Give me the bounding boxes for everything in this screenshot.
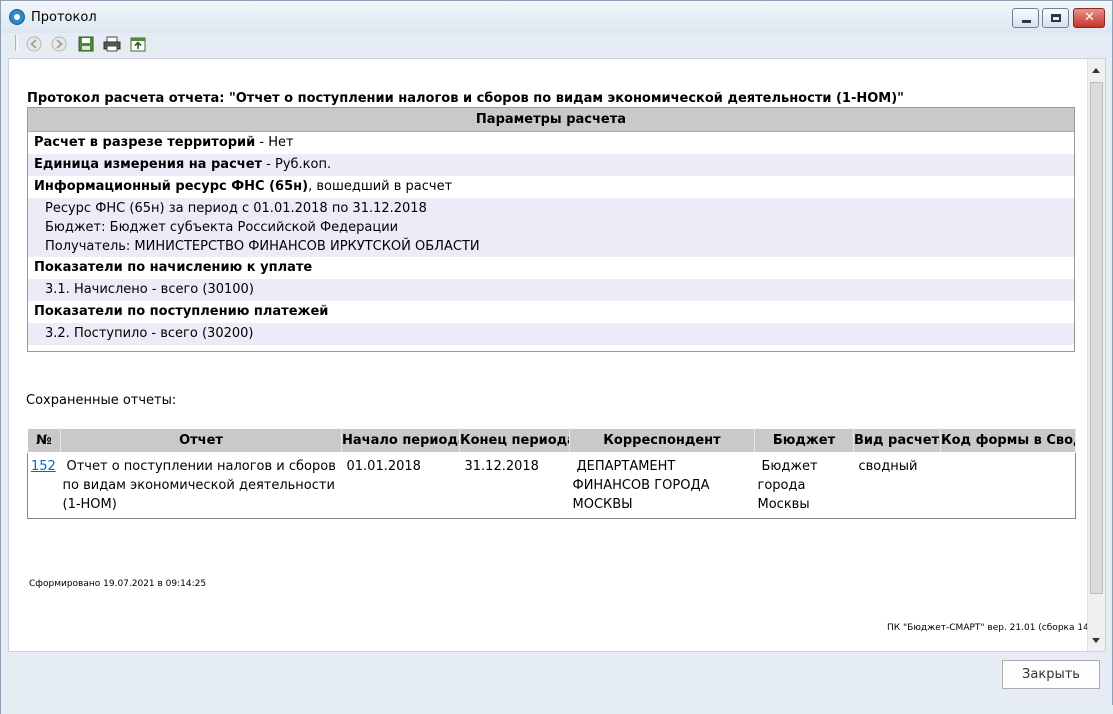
param-accrual: Показатели по начислению к уплате: [28, 257, 1074, 279]
param-territory: Расчет в разрезе территорий - Нет: [28, 132, 1074, 154]
maximize-button[interactable]: [1042, 8, 1069, 28]
param-accrual-label: Показатели по начислению к уплате: [34, 260, 313, 275]
scroll-down-icon[interactable]: [1092, 638, 1100, 643]
param-resource-details: Ресурс ФНС (65н) за период с 01.01.2018 …: [28, 198, 1074, 257]
vertical-scrollbar[interactable]: [1087, 59, 1105, 651]
app-icon: [9, 9, 25, 25]
scroll-up-icon[interactable]: [1092, 68, 1100, 73]
toolbar: [7, 33, 1107, 55]
close-icon: ✕: [1084, 10, 1095, 25]
resource-line: Бюджет: Бюджет субъекта Российской Федер…: [45, 220, 399, 235]
report-number-link[interactable]: 152: [31, 459, 56, 474]
cell-budget: Бюджет города Москвы: [757, 459, 818, 512]
cell-correspondent: ДЕПАРТАМЕНТ ФИНАНСОВ ГОРОДА МОСКВЫ: [572, 459, 710, 512]
param-resource-label: Информационный ресурс ФНС (65н): [34, 179, 309, 194]
param-territory-label: Расчет в разрезе территорий: [34, 135, 256, 150]
print-icon[interactable]: [103, 35, 121, 53]
cell-start: 01.01.2018: [346, 459, 421, 474]
minimize-icon: [1022, 20, 1031, 23]
column-header: Корреспондент: [569, 428, 755, 453]
cell-calc-type: сводный: [858, 459, 918, 474]
close-button[interactable]: Закрыть: [1002, 660, 1100, 689]
resource-line: Получатель: МИНИСТЕРСТВО ФИНАНСОВ ИРКУТС…: [45, 239, 480, 254]
params-header: Параметры расчета: [28, 108, 1074, 132]
status-bar: [1, 705, 1113, 714]
formed-timestamp: Сформировано 19.07.2021 в 09:14:25: [29, 579, 207, 589]
param-territory-value: - Нет: [255, 135, 294, 150]
table-row: 152 Отчет о поступлении налогов и сборов…: [28, 453, 1076, 519]
maximize-icon: [1051, 14, 1061, 22]
back-icon[interactable]: [25, 35, 43, 53]
param-resource: Информационный ресурс ФНС (65н), вошедши…: [28, 176, 1074, 198]
close-window-button[interactable]: ✕: [1073, 8, 1105, 28]
param-unit: Единица измерения на расчет - Руб.коп.: [28, 154, 1074, 176]
column-header: Вид расчета: [853, 428, 941, 453]
minimize-button[interactable]: [1012, 8, 1039, 28]
title-bar: Протокол ✕: [1, 1, 1112, 33]
toolbar-grip: [15, 35, 18, 51]
export-icon[interactable]: [129, 35, 147, 53]
protocol-window: Протокол ✕ Протокол расчета отчета: "Отч…: [0, 0, 1113, 714]
cell-report: Отчет о поступлении налогов и сборов по …: [62, 459, 336, 512]
table-header-row: № Отчет Начало периода Конец периода Кор…: [27, 428, 1076, 453]
param-unit-label: Единица измерения на расчет: [34, 157, 263, 172]
param-accrual-item: 3.1. Начислено - всего (30100): [28, 279, 1074, 301]
cell-end: 31.12.2018: [464, 459, 539, 474]
report-content: Протокол расчета отчета: "Отчет о поступ…: [8, 58, 1106, 652]
param-unit-value: - Руб.коп.: [262, 157, 332, 172]
column-header: Начало периода: [341, 428, 460, 453]
column-header: Отчет: [60, 428, 342, 453]
saved-reports-table: № Отчет Начало периода Конец периода Кор…: [27, 428, 1076, 519]
calculation-params-table: Параметры расчета Расчет в разрезе терри…: [27, 107, 1075, 352]
scroll-thumb[interactable]: [1090, 82, 1103, 594]
window-title: Протокол: [31, 10, 97, 25]
column-header: Код формы в Свод: [940, 428, 1076, 453]
version-info: ПК "Бюджет-СМАРТ" вер. 21.01 (сборка 142…: [887, 623, 1104, 633]
param-receipt: Показатели по поступлению платежей: [28, 301, 1074, 323]
param-receipt-label: Показатели по поступлению платежей: [34, 304, 329, 319]
saved-reports-label: Сохраненные отчеты:: [26, 393, 177, 408]
column-header: №: [27, 428, 61, 453]
column-header: Конец периода: [459, 428, 570, 453]
save-icon[interactable]: [77, 35, 95, 53]
param-receipt-item: 3.2. Поступило - всего (30200): [28, 323, 1074, 345]
cell-num: 152: [28, 453, 61, 519]
forward-icon[interactable]: [50, 35, 68, 53]
cell-form-code: [941, 453, 1076, 519]
resource-line: Ресурс ФНС (65н) за период с 01.01.2018 …: [45, 201, 427, 216]
column-header: Бюджет: [754, 428, 854, 453]
param-resource-suffix: , вошедший в расчет: [308, 179, 453, 194]
report-title: Протокол расчета отчета: "Отчет о поступ…: [27, 91, 904, 106]
